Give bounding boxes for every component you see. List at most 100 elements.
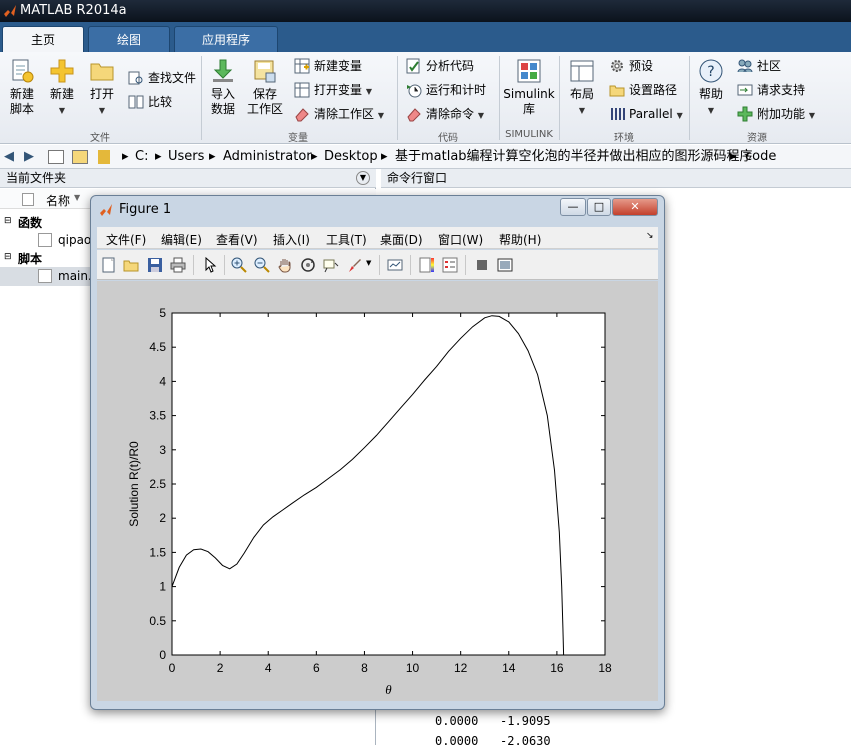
analyze-code-button[interactable]: 分析代码: [406, 56, 474, 76]
save-icon[interactable]: [147, 257, 163, 273]
community-icon: [737, 59, 753, 73]
menu-insert[interactable]: 插入(I): [273, 231, 310, 248]
new-figure-icon[interactable]: [101, 257, 117, 273]
clear-commands-button[interactable]: 清除命令 ▼: [406, 104, 484, 124]
preferences-button[interactable]: 预设: [609, 56, 653, 76]
toolbar-separator: [465, 255, 466, 275]
add-ons-button[interactable]: 附加功能 ▼: [737, 104, 815, 124]
plus-icon: [50, 59, 74, 83]
browse-folder-icon[interactable]: [72, 150, 88, 164]
back-arrow-icon[interactable]: ◀: [4, 145, 14, 169]
new-button[interactable]: 新建 ▼: [46, 58, 78, 118]
command-window-header: 命令行窗口: [381, 169, 851, 188]
zoom-in-icon[interactable]: [231, 257, 247, 273]
legend-icon[interactable]: [442, 257, 458, 273]
figure-canvas[interactable]: 0 2 4 6 8 10 12 14 16 18 0 0.5 1 1.5 2 2.5 3 3.5 4 4.5 5 θ Sol…: [97, 281, 658, 701]
breadcrumb-item[interactable]: Administrator: [223, 145, 312, 169]
clear-workspace-button[interactable]: 清除工作区 ▼: [294, 104, 384, 124]
save-workspace-button[interactable]: 保存 工作区: [246, 58, 284, 117]
breadcrumb-item[interactable]: code: [745, 145, 776, 169]
group-label-resources: 资源: [747, 133, 767, 144]
dock-arrow-icon[interactable]: ↘: [646, 231, 654, 241]
minimize-button[interactable]: —: [560, 198, 586, 216]
open-button[interactable]: 打开 ▼: [86, 58, 118, 118]
data-cursor-icon[interactable]: [323, 257, 339, 273]
app-title-bar: MATLAB R2014a: [0, 0, 851, 22]
x-tick-label: 14: [502, 661, 516, 675]
current-folder-path-bar: ◀ ▶ ▸ C: ▸ Users ▸ Administrator ▸ Deskt…: [0, 145, 851, 169]
menu-desktop[interactable]: 桌面(D): [380, 231, 423, 248]
compare-button[interactable]: 比较: [128, 92, 172, 112]
tab-plots[interactable]: 绘图: [88, 26, 170, 52]
print-icon[interactable]: [170, 257, 186, 273]
menu-help[interactable]: 帮助(H): [499, 231, 541, 248]
simulink-library-button[interactable]: Simulink 库: [503, 58, 555, 117]
x-tick-label: 12: [454, 661, 468, 675]
tab-home[interactable]: 主页: [2, 26, 84, 52]
colorbar-icon[interactable]: [419, 257, 435, 273]
new-script-button[interactable]: 新建 脚本: [6, 58, 38, 117]
chevron-down-icon[interactable]: ▼: [366, 259, 371, 267]
ribbon: 新建 脚本 新建 ▼ 打开 ▼ 查找文件 比较 文件 导入 数据 保存 工作区 新建…: [0, 52, 851, 144]
hide-plot-tools-icon[interactable]: [474, 257, 490, 273]
tab-apps[interactable]: 应用程序: [174, 26, 278, 52]
menu-tools[interactable]: 工具(T): [326, 231, 367, 248]
up-folder-icon[interactable]: [48, 150, 64, 164]
new-variable-icon: [294, 58, 310, 74]
parallel-button[interactable]: Parallel ▼: [609, 104, 683, 124]
pointer-icon[interactable]: [202, 257, 218, 273]
forward-arrow-icon[interactable]: ▶: [24, 145, 34, 169]
menu-edit[interactable]: 编辑(E): [161, 231, 202, 248]
menu-view[interactable]: 查看(V): [216, 231, 258, 248]
breadcrumb-item[interactable]: 基于matlab编程计算空化泡的半径并做出相应的图形源码程序: [395, 145, 753, 169]
rotate-3d-icon[interactable]: [300, 257, 316, 273]
import-data-button[interactable]: 导入 数据: [206, 58, 240, 117]
find-files-button[interactable]: 查找文件: [128, 68, 196, 88]
open-file-icon[interactable]: [123, 257, 139, 273]
y-tick-label: 0: [159, 648, 166, 662]
file-item[interactable]: qipao: [58, 233, 91, 247]
y-tick-label: 3.5: [149, 409, 166, 423]
link-plot-icon[interactable]: [387, 257, 403, 273]
open-variable-button[interactable]: 打开变量 ▼: [294, 80, 372, 100]
breadcrumb-separator-icon: ▸: [122, 149, 129, 164]
tree-group-scripts: 脚本: [18, 252, 43, 266]
maximize-button[interactable]: □: [587, 198, 611, 216]
menu-window[interactable]: 窗口(W): [438, 231, 483, 248]
run-and-time-button[interactable]: 运行和计时: [406, 80, 486, 100]
collapse-icon[interactable]: ⊟: [4, 216, 12, 226]
breadcrumb-item[interactable]: Desktop: [324, 145, 378, 169]
zoom-out-icon[interactable]: [254, 257, 270, 273]
show-plot-tools-icon[interactable]: [497, 257, 513, 273]
chevron-down-icon: ▼: [676, 111, 683, 120]
column-name-header[interactable]: 名称: [46, 192, 70, 209]
run-and-time-icon: [407, 84, 422, 98]
collapse-icon[interactable]: ⊟: [4, 252, 12, 262]
community-button[interactable]: 社区: [737, 56, 781, 76]
matlab-logo-icon: [100, 204, 112, 216]
request-support-button[interactable]: 请求支持: [737, 80, 805, 100]
group-label-code: 代码: [438, 133, 458, 144]
set-path-button[interactable]: 设置路径: [609, 80, 677, 100]
y-tick-label: 5: [159, 306, 166, 320]
chevron-down-icon: ▼: [578, 106, 586, 115]
command-output-line: 0.0000 -2.0630: [435, 734, 551, 745]
figure-toolbar: ▼: [97, 250, 658, 280]
folder-open-icon: [90, 63, 114, 81]
file-item[interactable]: main.: [58, 269, 92, 283]
new-variable-button[interactable]: 新建变量: [294, 56, 362, 76]
breadcrumb-item[interactable]: Users: [168, 145, 204, 169]
close-button[interactable]: ✕: [612, 198, 658, 216]
x-tick-label: 10: [406, 661, 420, 675]
pan-hand-icon[interactable]: [277, 257, 293, 273]
menu-file[interactable]: 文件(F): [106, 231, 146, 248]
brush-icon[interactable]: [346, 257, 362, 273]
y-tick-label: 1: [159, 580, 166, 594]
breadcrumb-item[interactable]: C:: [135, 145, 148, 169]
layout-button[interactable]: 布局 ▼: [566, 58, 598, 118]
figure-title: Figure 1: [119, 202, 172, 217]
request-support-icon: [737, 84, 753, 96]
panel-menu-icon[interactable]: ▼: [356, 171, 370, 185]
help-button[interactable]: ? 帮助 ▼: [696, 58, 726, 118]
line-chart: 0 2 4 6 8 10 12 14 16 18 0 0.5 1 1.5 2 2.5 3 3.5 4 4.5 5 θ Sol…: [127, 306, 612, 697]
